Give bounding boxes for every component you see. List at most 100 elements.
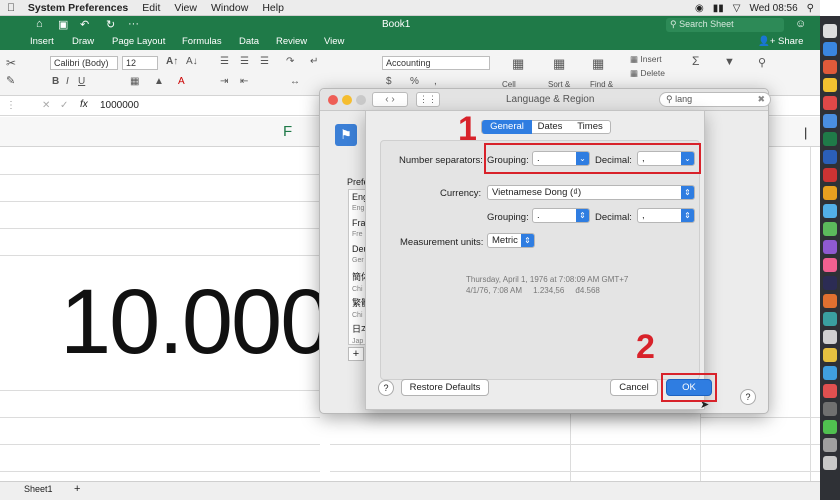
autosum-icon[interactable]: Σ xyxy=(692,54,699,68)
excel-icon[interactable] xyxy=(823,132,837,146)
wrap-text-icon[interactable]: ↵ xyxy=(310,56,318,67)
tab-dates[interactable]: Dates xyxy=(533,120,567,134)
font-color-icon[interactable]: A xyxy=(178,76,185,87)
name-box-arrow-icon[interactable]: ⋮ xyxy=(6,100,16,111)
cancel-button[interactable]: Cancel xyxy=(610,379,658,396)
confirm-entry-icon[interactable]: ✓ xyxy=(60,100,68,111)
app-icon-16[interactable] xyxy=(823,294,837,308)
number-format-box[interactable]: Accounting xyxy=(382,56,490,70)
indent-icon[interactable]: ⇥ xyxy=(220,76,228,87)
format-painter-icon[interactable]: ✎ xyxy=(6,74,15,87)
search-sheet-input[interactable]: ⚲ Search Sheet xyxy=(666,18,784,32)
trash-icon[interactable] xyxy=(823,456,837,470)
app-icon-14[interactable] xyxy=(823,258,837,272)
app-icon-17[interactable] xyxy=(823,312,837,326)
borders-icon[interactable]: ▦ xyxy=(130,76,139,87)
spotlight-icon[interactable]: ⚲ xyxy=(807,3,814,14)
sort-filter-icon[interactable]: ▼ xyxy=(724,56,735,68)
currency-icon[interactable]: $ xyxy=(386,76,392,87)
add-language-button[interactable]: + xyxy=(348,347,364,361)
cell-value-display[interactable]: 10.000 xyxy=(60,270,331,375)
tab-times[interactable]: Times xyxy=(572,120,608,134)
bold-icon[interactable]: B xyxy=(52,76,59,87)
restore-defaults-button[interactable]: Restore Defaults xyxy=(401,379,489,396)
menu-help[interactable]: Help xyxy=(262,2,284,14)
app-icon-4[interactable] xyxy=(823,78,837,92)
language-item[interactable]: Fra Fre xyxy=(352,218,366,238)
apple-icon[interactable]:  xyxy=(7,2,15,14)
align-center-icon[interactable]: ☰ xyxy=(240,56,249,67)
sheet-tab[interactable]: Sheet1 xyxy=(24,484,53,494)
prefs-help-button[interactable]: ? xyxy=(740,389,756,405)
tab-formulas[interactable]: Formulas xyxy=(182,36,222,47)
cancel-entry-icon[interactable]: ✕ xyxy=(42,100,50,111)
comma-style-icon[interactable]: , xyxy=(434,76,437,87)
font-grow-icon[interactable]: A↑ xyxy=(166,56,178,67)
add-sheet-icon[interactable]: + xyxy=(74,483,80,495)
tab-insert[interactable]: Insert xyxy=(30,36,54,47)
app-icon-18[interactable] xyxy=(823,330,837,344)
menu-app-name[interactable]: System Preferences xyxy=(28,2,128,14)
find-select-icon[interactable]: ⚲ xyxy=(758,56,766,69)
tab-view[interactable]: View xyxy=(324,36,344,47)
app-icon-12[interactable] xyxy=(823,222,837,236)
redo-icon[interactable]: ↻ xyxy=(106,18,115,31)
measurement-select[interactable]: Metric ⇕ xyxy=(487,233,535,248)
currency-grouping-select[interactable]: . ⇕ xyxy=(532,208,590,223)
save-icon[interactable]: ▣ xyxy=(58,18,68,31)
delete-cells-button[interactable]: ▦ Delete xyxy=(630,68,665,79)
align-right-icon[interactable]: ☰ xyxy=(260,56,269,67)
menu-view[interactable]: View xyxy=(174,2,197,14)
close-window-icon[interactable] xyxy=(328,95,338,105)
menu-window[interactable]: Window xyxy=(211,2,248,14)
minimize-window-icon[interactable] xyxy=(342,95,352,105)
tab-review[interactable]: Review xyxy=(276,36,307,47)
prefs-search-field[interactable]: ⚲ lang ✖ xyxy=(659,92,771,107)
app-icon-10[interactable] xyxy=(823,186,837,200)
app-icon-13[interactable] xyxy=(823,240,837,254)
app-icon-11[interactable] xyxy=(823,204,837,218)
appstore-icon[interactable] xyxy=(823,42,837,56)
tab-general[interactable]: General xyxy=(482,120,532,134)
italic-icon[interactable]: I xyxy=(66,76,69,87)
word-icon[interactable] xyxy=(823,150,837,164)
chrome-icon[interactable] xyxy=(823,348,837,362)
powerpoint-icon[interactable] xyxy=(823,168,837,182)
format-table-icon[interactable]: ▦ xyxy=(553,56,565,72)
cell-styles-icon[interactable]: ▦ xyxy=(592,56,604,72)
conditional-format-icon[interactable]: ▦ xyxy=(512,56,524,72)
orientation-icon[interactable]: ↷ xyxy=(286,56,294,67)
cut-icon[interactable]: ✂ xyxy=(6,56,16,70)
record-icon[interactable]: ◉ xyxy=(695,3,704,14)
app-icon-24[interactable] xyxy=(823,438,837,452)
clock[interactable]: Wed 08:56 xyxy=(749,3,797,14)
column-header-f[interactable]: F xyxy=(283,123,292,140)
more-icon[interactable]: ··· xyxy=(128,18,139,30)
wifi-icon[interactable]: ▽ xyxy=(733,3,741,14)
app-icon-5[interactable] xyxy=(823,96,837,110)
app-icon-23[interactable] xyxy=(823,420,837,434)
app-icon-22[interactable] xyxy=(823,402,837,416)
show-all-grid-icon[interactable]: ⋮⋮ xyxy=(416,92,440,107)
app-icon-6[interactable] xyxy=(823,114,837,128)
font-size-box[interactable]: 12 xyxy=(122,56,158,70)
zoom-window-icon[interactable] xyxy=(356,95,366,105)
smiley-icon[interactable]: ☺ xyxy=(795,18,806,30)
formula-input[interactable]: 1000000 xyxy=(100,100,139,111)
photoshop-icon[interactable] xyxy=(823,276,837,290)
font-shrink-icon[interactable]: A↓ xyxy=(186,56,198,67)
app-icon-21[interactable] xyxy=(823,384,837,398)
merge-icon[interactable]: ↔ xyxy=(290,76,300,87)
tab-draw[interactable]: Draw xyxy=(72,36,94,47)
insert-cells-button[interactable]: ▦ Insert xyxy=(630,54,662,65)
percent-icon[interactable]: % xyxy=(410,76,419,87)
align-left-icon[interactable]: ☰ xyxy=(220,56,229,67)
tab-page-layout[interactable]: Page Layout xyxy=(112,36,165,47)
currency-select[interactable]: Vietnamese Dong (₫) ⇕ xyxy=(487,185,695,200)
undo-icon[interactable]: ↶ xyxy=(80,18,89,31)
app-icon-3[interactable] xyxy=(823,60,837,74)
outdent-icon[interactable]: ⇤ xyxy=(240,76,248,87)
finder-icon[interactable] xyxy=(823,24,837,38)
tab-data[interactable]: Data xyxy=(239,36,259,47)
function-icon[interactable]: fx xyxy=(80,99,88,110)
